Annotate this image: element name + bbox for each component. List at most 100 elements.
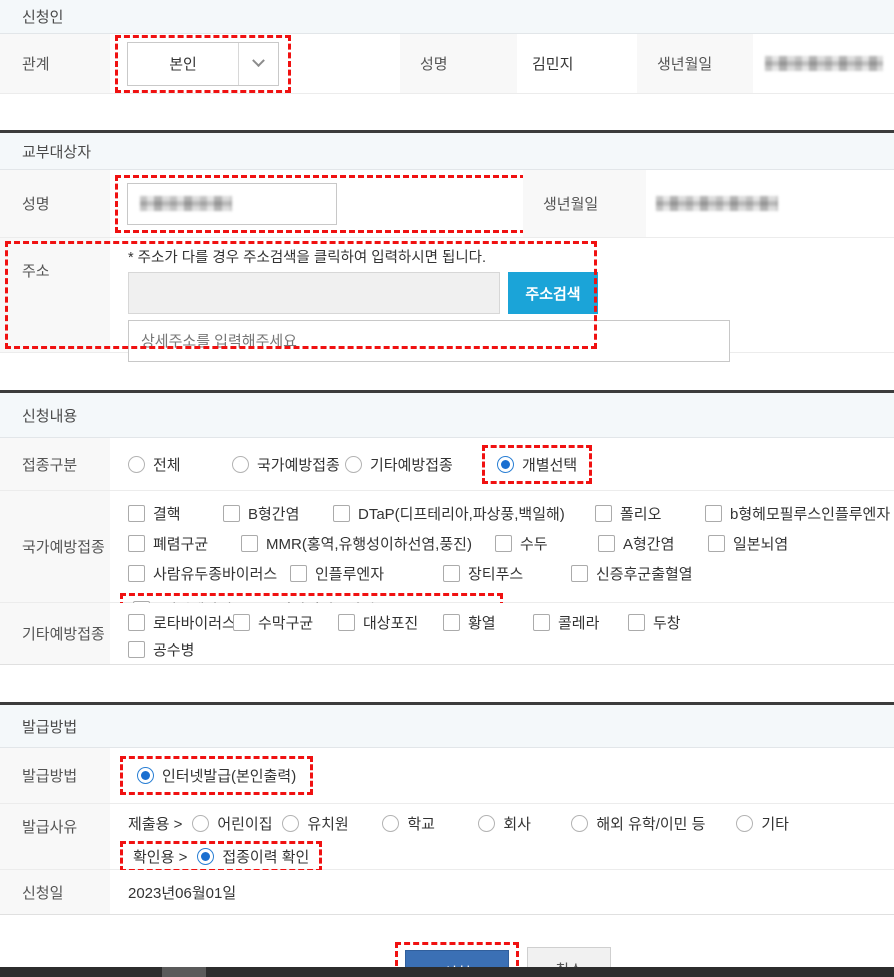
category-radio-other[interactable]: 기타예방접종 bbox=[345, 454, 470, 475]
recipient-name-input[interactable] bbox=[127, 183, 337, 225]
category-radio-national[interactable]: 국가예방접종 bbox=[232, 454, 345, 475]
recipient-section: 교부대상자 성명 생년월일 주소 * 주소가 다를 경우 주소검색을 클릭하여 … bbox=[0, 130, 894, 353]
vaccination-category-row: 접종구분 전체 국가예방접종 기타예방접종 개별선택 bbox=[0, 438, 894, 491]
vaccine-checkbox[interactable]: 대상포진 bbox=[338, 612, 443, 633]
vaccine-checkbox[interactable]: 장티푸스 bbox=[443, 563, 571, 584]
checkbox-label: 폐렴구균 bbox=[153, 533, 208, 554]
reason-radio-daycare[interactable]: 어린이집 bbox=[192, 813, 282, 834]
radio-icon bbox=[192, 815, 209, 832]
radio-label: 유치원 bbox=[307, 813, 348, 834]
recipient-birth-label: 생년월일 bbox=[523, 170, 646, 237]
radio-label: 개별선택 bbox=[522, 454, 577, 475]
radio-label: 전체 bbox=[153, 454, 181, 475]
applicant-section-title: 신청인 bbox=[0, 0, 894, 34]
checkbox-label: B형간염 bbox=[248, 503, 299, 524]
radio-label: 접종이력 확인 bbox=[222, 846, 309, 867]
vaccine-checkbox[interactable]: 수두 bbox=[495, 533, 598, 554]
application-date-value: 2023년06월01일 bbox=[110, 870, 894, 914]
radio-icon bbox=[571, 815, 588, 832]
vaccine-checkbox[interactable]: 사람유두종바이러스 bbox=[128, 563, 290, 584]
internet-issue-highlight-box: 인터넷발급(본인출력) bbox=[120, 756, 313, 795]
radio-label: 국가예방접종 bbox=[257, 454, 340, 475]
vaccine-checkbox[interactable]: 신증후군출혈열 bbox=[571, 563, 693, 584]
relation-highlight-box: 본인 bbox=[115, 35, 291, 93]
vaccine-checkbox[interactable]: b형헤모필루스인플루엔자 bbox=[705, 503, 890, 524]
checkbox-label: 황열 bbox=[468, 612, 496, 633]
vaccine-checkbox[interactable]: 결핵 bbox=[128, 503, 223, 524]
submit-use-prefix: 제출용 > bbox=[128, 813, 182, 834]
checkbox-icon bbox=[128, 641, 145, 658]
chevron-down-icon bbox=[238, 43, 278, 85]
scrollbar-thumb[interactable] bbox=[162, 967, 206, 977]
vaccine-checkbox[interactable]: 로타바이러스 bbox=[128, 612, 233, 633]
vaccine-checkbox[interactable]: 인플루엔자 bbox=[290, 563, 443, 584]
vaccine-checkbox[interactable]: 폴리오 bbox=[595, 503, 705, 524]
checkbox-label: 두창 bbox=[653, 612, 681, 633]
applicant-section: 신청인 관계 본인 성명 김민지 생년월일 bbox=[0, 0, 894, 94]
checkbox-icon bbox=[128, 535, 145, 552]
address-input[interactable] bbox=[128, 272, 500, 314]
history-confirm-radio[interactable]: 접종이력 확인 bbox=[197, 846, 309, 867]
vaccination-certificate-application-form: 신청인 관계 본인 성명 김민지 생년월일 교부대상자 성명 bbox=[0, 0, 894, 977]
issuance-reason-label: 발급사유 bbox=[0, 804, 110, 869]
checkbox-icon bbox=[241, 535, 258, 552]
horizontal-scrollbar[interactable] bbox=[0, 967, 894, 977]
checkbox-icon bbox=[338, 614, 355, 631]
reason-radio-kindergarten[interactable]: 유치원 bbox=[282, 813, 382, 834]
section-gap bbox=[0, 94, 894, 130]
internet-issue-radio[interactable]: 인터넷발급(본인출력) bbox=[137, 765, 296, 786]
recipient-name-label: 성명 bbox=[0, 170, 110, 237]
vaccine-checkbox[interactable]: MMR(홍역,유행성이하선염,풍진) bbox=[241, 533, 495, 554]
checkbox-label: 콜레라 bbox=[558, 612, 599, 633]
checkbox-icon bbox=[233, 614, 250, 631]
issuance-method-row: 발급방법 인터넷발급(본인출력) bbox=[0, 748, 894, 804]
radio-icon bbox=[282, 815, 299, 832]
radio-icon bbox=[478, 815, 495, 832]
vaccine-checkbox[interactable]: 폐렴구균 bbox=[128, 533, 241, 554]
detail-address-input[interactable] bbox=[128, 320, 730, 362]
applicant-row: 관계 본인 성명 김민지 생년월일 bbox=[0, 34, 894, 94]
vaccine-checkbox[interactable]: 일본뇌염 bbox=[708, 533, 788, 554]
checkbox-icon bbox=[443, 614, 460, 631]
address-note: * 주소가 다를 경우 주소검색을 클릭하여 입력하시면 됩니다. bbox=[128, 246, 894, 267]
radio-label: 해외 유학/이민 등 bbox=[596, 813, 705, 834]
vaccine-checkbox[interactable]: 수막구균 bbox=[233, 612, 338, 633]
reason-radio-school[interactable]: 학교 bbox=[382, 813, 478, 834]
category-radio-individual[interactable]: 개별선택 bbox=[497, 454, 577, 475]
address-search-button[interactable]: 주소검색 bbox=[508, 272, 598, 314]
category-radio-all[interactable]: 전체 bbox=[128, 454, 232, 475]
recipient-section-title: 교부대상자 bbox=[0, 133, 894, 170]
checkbox-icon bbox=[333, 505, 350, 522]
other-vaccines-label: 기타예방접종 bbox=[0, 603, 110, 664]
applicant-birthdate-redacted bbox=[765, 56, 883, 71]
reason-radio-overseas[interactable]: 해외 유학/이민 등 bbox=[571, 813, 736, 834]
section-gap bbox=[0, 665, 894, 702]
relation-select[interactable]: 본인 bbox=[127, 42, 279, 86]
checkbox-icon bbox=[708, 535, 725, 552]
radio-checked-icon bbox=[137, 767, 154, 784]
radio-icon bbox=[128, 456, 145, 473]
checkbox-icon bbox=[128, 565, 145, 582]
checkbox-icon bbox=[628, 614, 645, 631]
checkbox-icon bbox=[495, 535, 512, 552]
vaccine-checkbox[interactable]: A형간염 bbox=[598, 533, 708, 554]
vaccine-checkbox[interactable]: 공수병 bbox=[128, 639, 194, 660]
vaccine-checkbox[interactable]: 황열 bbox=[443, 612, 533, 633]
recipient-birth-cell bbox=[646, 170, 894, 237]
checkbox-label: 일본뇌염 bbox=[733, 533, 788, 554]
checkbox-icon bbox=[290, 565, 307, 582]
checkbox-icon bbox=[598, 535, 615, 552]
recipient-birthdate-redacted bbox=[656, 196, 778, 211]
radio-label: 기타 bbox=[761, 813, 789, 834]
vaccine-checkbox[interactable]: DTaP(디프테리아,파상풍,백일해) bbox=[333, 503, 595, 524]
reason-radio-company[interactable]: 회사 bbox=[478, 813, 571, 834]
checkbox-icon bbox=[705, 505, 722, 522]
radio-label: 학교 bbox=[407, 813, 435, 834]
vaccine-checkbox[interactable]: 두창 bbox=[628, 612, 681, 633]
checkbox-label: b형헤모필루스인플루엔자 bbox=[730, 503, 890, 524]
reason-radio-etc[interactable]: 기타 bbox=[736, 813, 789, 834]
checkbox-label: 인플루엔자 bbox=[315, 563, 384, 584]
vaccine-checkbox[interactable]: 콜레라 bbox=[533, 612, 628, 633]
address-label: 주소 bbox=[0, 238, 110, 352]
vaccine-checkbox[interactable]: B형간염 bbox=[223, 503, 333, 524]
